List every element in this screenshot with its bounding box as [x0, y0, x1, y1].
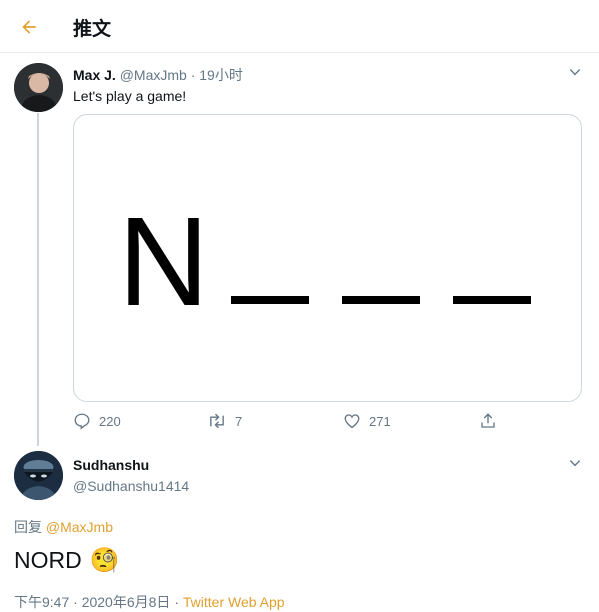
meta-time[interactable]: 下午9:47	[14, 594, 69, 610]
tweet-actions: 220 7 271	[73, 412, 513, 434]
chevron-down-icon	[569, 69, 581, 76]
thread-connector	[37, 113, 39, 446]
author-handle[interactable]: @MaxJmb	[120, 67, 187, 83]
avatar[interactable]	[14, 63, 63, 112]
meta-source[interactable]: Twitter Web App	[183, 594, 285, 610]
tweet-header: Max J. @MaxJmb · 19小时	[73, 65, 243, 85]
chevron-down-icon	[569, 460, 581, 467]
share-icon	[481, 413, 495, 428]
reply-text: NORD 🧐	[14, 546, 120, 575]
replying-label: 回复	[14, 519, 42, 535]
header-separator: ·	[190, 67, 196, 83]
tweet-time[interactable]: 19小时	[199, 67, 243, 83]
top-bar: 推文	[0, 0, 599, 53]
back-arrow-icon	[22, 20, 36, 34]
meta-date[interactable]: 2020年6月8日	[82, 594, 171, 610]
reply-count: 220	[99, 413, 121, 429]
reply-text-content: NORD	[14, 547, 82, 573]
image-letter: N	[118, 191, 209, 332]
author-name[interactable]: Max J.	[73, 67, 116, 83]
back-button[interactable]	[14, 12, 44, 42]
reply-icon	[74, 413, 90, 430]
share-button[interactable]	[479, 412, 497, 430]
image-content: N	[118, 191, 531, 332]
like-button[interactable]: 271	[343, 412, 391, 430]
blank-dash-3	[453, 296, 531, 304]
avatar-image	[14, 451, 63, 500]
retweet-icon	[210, 413, 224, 429]
meta-separator: ·	[174, 594, 179, 610]
replying-to-link[interactable]: @MaxJmb	[46, 519, 113, 535]
avatar-image	[14, 63, 63, 112]
tweet-text: Let's play a game!	[73, 88, 187, 104]
tweet-menu-button[interactable]	[565, 62, 585, 82]
monocle-face-emoji: 🧐	[89, 547, 120, 574]
reply-button[interactable]: 220	[73, 412, 121, 430]
blank-dash-2	[342, 296, 420, 304]
like-count: 271	[369, 413, 391, 429]
page-title: 推文	[73, 19, 112, 40]
reply-menu-button[interactable]	[565, 453, 585, 473]
like-icon	[344, 414, 360, 429]
retweet-button[interactable]: 7	[207, 412, 242, 430]
tweet-meta: 下午9:47 · 2020年6月8日 · Twitter Web App	[14, 592, 285, 612]
avatar[interactable]	[14, 451, 63, 500]
reply-author-name[interactable]: Sudhanshu	[73, 457, 149, 473]
meta-separator: ·	[73, 594, 78, 610]
blank-dash-1	[231, 296, 309, 304]
replying-to: 回复 @MaxJmb	[14, 517, 113, 537]
reply-author-handle[interactable]: @Sudhanshu1414	[73, 478, 189, 494]
tweet-image[interactable]: N	[73, 114, 582, 402]
retweet-count: 7	[235, 413, 243, 429]
